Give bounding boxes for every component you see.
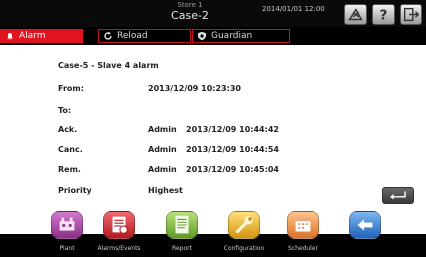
back-arrow-icon: [349, 211, 381, 239]
case-title: Case-2: [171, 9, 209, 22]
from-value: 2013/12/09 10:23:30: [148, 84, 241, 93]
header-bar: Store 1 Case-2 2014/01/01 12:00 ?: [0, 0, 426, 27]
dock-scheduler[interactable]: Scheduler: [271, 211, 335, 257]
priority-value: Highest: [148, 186, 183, 195]
ack-user: Admin: [148, 125, 177, 134]
return-arrow-icon: [390, 191, 406, 200]
report-icon: [166, 211, 198, 239]
canc-time: 2013/12/09 10:44:54: [186, 145, 279, 154]
shield-icon: [197, 31, 207, 41]
bottom-dock: Plant Alarms/Events Report Configuration…: [0, 211, 426, 257]
tab-reload-label: Reload: [117, 31, 148, 41]
alarm-detail-panel: Case-5 - Slave 4 alarm From: 2013/12/09 …: [0, 45, 426, 234]
tab-guardian[interactable]: Guardian: [192, 29, 290, 43]
rem-time: 2013/12/09 10:45:04: [186, 165, 279, 174]
dock-scheduler-label: Scheduler: [287, 245, 319, 252]
plant-icon: [51, 211, 83, 239]
rem-label: Rem.: [58, 165, 81, 174]
dock-alarms-events[interactable]: Alarms/Events: [87, 211, 151, 257]
canc-user: Admin: [148, 145, 177, 154]
rem-user: Admin: [148, 165, 177, 174]
dock-alarms-events-label: Alarms/Events: [97, 245, 141, 252]
dock-configuration[interactable]: Configuration: [212, 211, 276, 257]
ack-label: Ack.: [58, 125, 78, 134]
tab-reload[interactable]: Reload: [98, 29, 191, 43]
to-label: To:: [58, 106, 72, 115]
dock-configuration-label: Configuration: [223, 245, 265, 252]
tab-alarm[interactable]: Alarm: [0, 29, 83, 43]
alarms-events-icon: [103, 211, 135, 239]
canc-label: Canc.: [58, 145, 83, 154]
dock-report[interactable]: Report: [150, 211, 214, 257]
dock-back[interactable]: [333, 211, 397, 257]
logout-icon[interactable]: [400, 4, 422, 25]
return-button[interactable]: [382, 187, 414, 204]
alarm-title: Case-5 - Slave 4 alarm: [58, 61, 159, 70]
tools-icon[interactable]: [344, 4, 367, 25]
calendar-icon: [287, 211, 319, 239]
tab-guardian-label: Guardian: [211, 31, 253, 41]
help-icon[interactable]: ?: [372, 4, 395, 25]
tab-bar: Alarm Reload Guardian: [0, 28, 426, 44]
ack-time: 2013/12/09 10:44:42: [186, 125, 279, 134]
bell-icon: [5, 31, 15, 41]
reload-icon: [103, 31, 113, 41]
svg-text:?: ?: [380, 7, 388, 23]
dock-report-label: Report: [172, 245, 192, 252]
priority-label: Priority: [58, 186, 92, 195]
datetime-display: 2014/01/01 12:00: [262, 5, 325, 13]
wrench-icon: [228, 211, 260, 239]
from-label: From:: [58, 84, 84, 93]
tab-alarm-label: Alarm: [19, 31, 46, 41]
